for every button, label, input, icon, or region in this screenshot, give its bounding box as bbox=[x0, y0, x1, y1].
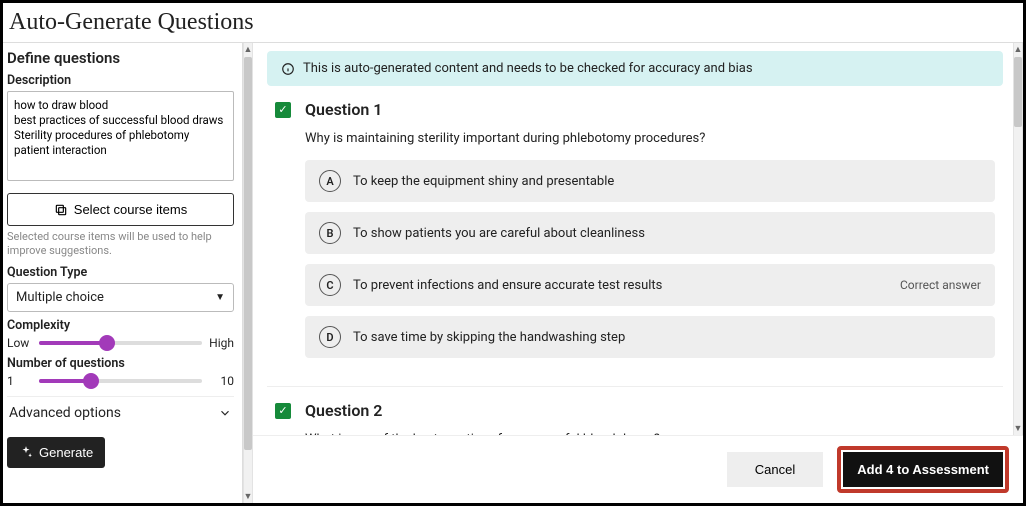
scroll-up-icon[interactable]: ▲ bbox=[1014, 43, 1023, 56]
advanced-options-label: Advanced options bbox=[9, 405, 121, 421]
cancel-button[interactable]: Cancel bbox=[727, 452, 823, 487]
copy-icon bbox=[54, 203, 68, 217]
correct-answer-label: Correct answer bbox=[900, 278, 981, 292]
answer-option[interactable]: B To show patients you are careful about … bbox=[305, 212, 995, 254]
select-course-items-hint: Selected course items will be used to he… bbox=[7, 230, 234, 259]
option-letter: C bbox=[319, 274, 341, 296]
option-text: To prevent infections and ensure accurat… bbox=[353, 278, 662, 293]
info-banner-text: This is auto-generated content and needs… bbox=[303, 61, 753, 76]
num-questions-label: Number of questions bbox=[7, 356, 234, 371]
question-checkbox[interactable]: ✓ bbox=[275, 102, 291, 118]
answer-option[interactable]: C To prevent infections and ensure accura… bbox=[305, 264, 995, 306]
complexity-label: Complexity bbox=[7, 318, 234, 333]
option-text: To save time by skipping the handwashing… bbox=[353, 330, 625, 345]
define-questions-heading: Define questions bbox=[7, 49, 234, 67]
advanced-options-toggle[interactable]: Advanced options bbox=[7, 396, 234, 429]
option-letter: B bbox=[319, 222, 341, 244]
scroll-down-icon[interactable]: ▼ bbox=[1014, 422, 1023, 435]
info-banner: This is auto-generated content and needs… bbox=[267, 51, 1003, 86]
question-type-label: Question Type bbox=[7, 265, 234, 280]
answer-option[interactable]: D To save time by skipping the handwashin… bbox=[305, 316, 995, 358]
question-checkbox[interactable]: ✓ bbox=[275, 403, 291, 419]
info-icon bbox=[281, 62, 295, 76]
left-panel: Define questions Description Select cour… bbox=[3, 43, 243, 503]
scroll-down-icon[interactable]: ▼ bbox=[244, 490, 253, 503]
option-text: To show patients you are careful about c… bbox=[353, 226, 645, 241]
num-min-label: 1 bbox=[7, 374, 33, 388]
answer-option[interactable]: A To keep the equipment shiny and present… bbox=[305, 160, 995, 202]
scroll-up-icon[interactable]: ▲ bbox=[244, 43, 253, 56]
footer-bar: Cancel Add 4 to Assessment bbox=[253, 435, 1023, 503]
question-block: ✓Question 2What is one of the best pract… bbox=[267, 401, 1003, 435]
question-title: Question 2 bbox=[305, 401, 382, 420]
add-to-assessment-button[interactable]: Add 4 to Assessment bbox=[843, 452, 1003, 487]
description-label: Description bbox=[7, 73, 234, 88]
page-title: Auto-Generate Questions bbox=[3, 3, 1023, 43]
generate-button[interactable]: Generate bbox=[7, 437, 105, 468]
left-scrollbar[interactable]: ▲ ▼ bbox=[243, 43, 253, 503]
select-course-items-label: Select course items bbox=[74, 202, 187, 217]
right-scrollbar[interactable]: ▲ ▼ bbox=[1013, 43, 1023, 435]
add-button-highlight: Add 4 to Assessment bbox=[837, 446, 1009, 493]
question-type-value: Multiple choice bbox=[16, 290, 104, 305]
question-prompt: Why is maintaining sterility important d… bbox=[305, 131, 995, 146]
num-questions-slider[interactable] bbox=[39, 379, 202, 383]
chevron-down-icon bbox=[218, 406, 232, 420]
complexity-low-label: Low bbox=[7, 336, 33, 350]
option-letter: D bbox=[319, 326, 341, 348]
sparkle-icon bbox=[19, 445, 33, 459]
left-scrollbar-thumb[interactable] bbox=[244, 57, 252, 450]
select-course-items-button[interactable]: Select course items bbox=[7, 193, 234, 226]
question-title: Question 1 bbox=[305, 100, 382, 119]
chevron-down-icon: ▼ bbox=[215, 292, 225, 303]
right-scrollbar-thumb[interactable] bbox=[1014, 57, 1022, 127]
generate-label: Generate bbox=[39, 445, 93, 460]
right-panel: This is auto-generated content and needs… bbox=[253, 43, 1023, 503]
complexity-slider[interactable] bbox=[39, 341, 202, 345]
num-max-label: 10 bbox=[208, 374, 234, 388]
question-type-select[interactable]: Multiple choice ▼ bbox=[7, 283, 234, 312]
option-letter: A bbox=[319, 170, 341, 192]
option-text: To keep the equipment shiny and presenta… bbox=[353, 174, 614, 189]
question-block: ✓ Question 1 Why is maintaining sterility … bbox=[267, 100, 1003, 387]
description-textarea[interactable] bbox=[7, 91, 234, 181]
complexity-high-label: High bbox=[208, 336, 234, 350]
